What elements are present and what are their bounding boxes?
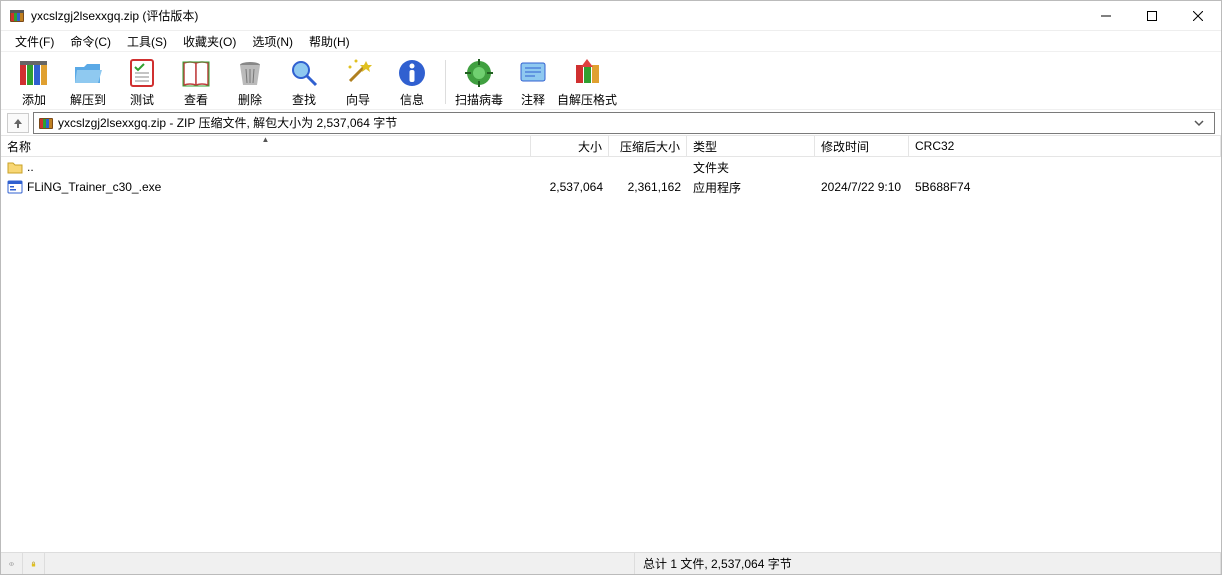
search-icon — [288, 57, 320, 89]
minimize-button[interactable] — [1083, 1, 1129, 31]
add-button[interactable]: 添加 — [7, 54, 61, 110]
list-item-up[interactable]: .. 文件夹 — [1, 157, 1221, 177]
wand-icon — [342, 57, 374, 89]
cell-date: 2024/7/22 9:10 — [815, 180, 909, 194]
archive-small-icon — [38, 115, 54, 131]
folder-open-icon — [72, 57, 104, 89]
address-text: yxcslzgj2lsexxgq.zip - ZIP 压缩文件, 解包大小为 2… — [58, 114, 1194, 131]
checklist-icon — [126, 57, 158, 89]
column-modified[interactable]: 修改时间 — [815, 136, 909, 156]
column-packed[interactable]: 压缩后大小 — [609, 136, 687, 156]
file-list: .. 文件夹 FLiNG_Trainer_c30_.exe 2,537,064 … — [1, 157, 1221, 552]
sfx-label: 自解压格式 — [557, 91, 617, 108]
menu-tools[interactable]: 工具(S) — [119, 31, 175, 52]
cell-type: 应用程序 — [687, 179, 815, 196]
wizard-label: 向导 — [346, 91, 370, 108]
column-crc[interactable]: CRC32 — [909, 136, 1221, 156]
column-name-label: 名称 — [7, 138, 31, 155]
column-packed-label: 压缩后大小 — [620, 138, 680, 155]
delete-button[interactable]: 删除 — [223, 54, 277, 110]
info-icon — [396, 57, 428, 89]
column-crc-label: CRC32 — [915, 139, 954, 153]
comment-icon — [517, 57, 549, 89]
cell-name-text: .. — [27, 160, 34, 174]
find-label: 查找 — [292, 91, 316, 108]
toolbar-separator — [445, 60, 446, 104]
view-label: 查看 — [184, 91, 208, 108]
cell-packed: 2,361,162 — [609, 180, 687, 194]
test-label: 测试 — [130, 91, 154, 108]
toolbar: 添加 解压到 测试 查看 删除 查找 向导 信息 扫描病毒 注释 自解压格式 — [1, 51, 1221, 109]
status-lock-icon[interactable] — [23, 553, 45, 574]
column-type[interactable]: 类型 — [687, 136, 815, 156]
scan-button[interactable]: 扫描病毒 — [452, 54, 506, 110]
status-total: 总计 1 文件, 2,537,064 字节 — [635, 553, 1221, 574]
column-size[interactable]: 大小 — [531, 136, 609, 156]
address-box[interactable]: yxcslzgj2lsexxgq.zip - ZIP 压缩文件, 解包大小为 2… — [33, 112, 1215, 134]
add-label: 添加 — [22, 91, 46, 108]
menubar: 文件(F) 命令(C) 工具(S) 收藏夹(O) 选项(N) 帮助(H) — [1, 31, 1221, 51]
titlebar: yxcslzgj2lsexxgq.zip (评估版本) — [1, 1, 1221, 31]
folder-icon — [7, 159, 23, 175]
cell-size: 2,537,064 — [531, 180, 609, 194]
column-modified-label: 修改时间 — [821, 138, 869, 155]
close-button[interactable] — [1175, 1, 1221, 31]
column-name[interactable]: 名称 ▲ — [1, 136, 531, 156]
menu-options[interactable]: 选项(N) — [244, 31, 301, 52]
delete-label: 删除 — [238, 91, 262, 108]
extract-label: 解压到 — [70, 91, 106, 108]
scan-label: 扫描病毒 — [455, 91, 503, 108]
sfx-icon — [571, 57, 603, 89]
info-label: 信息 — [400, 91, 424, 108]
status-bar: 总计 1 文件, 2,537,064 字节 — [1, 552, 1221, 574]
column-headers: 名称 ▲ 大小 压缩后大小 类型 修改时间 CRC32 — [1, 135, 1221, 157]
arrow-up-icon — [12, 117, 24, 129]
app-icon — [9, 8, 25, 24]
cell-name: .. — [1, 159, 531, 175]
cell-name-text: FLiNG_Trainer_c30_.exe — [27, 180, 161, 194]
book-open-icon — [180, 57, 212, 89]
nav-up-button[interactable] — [7, 113, 29, 133]
virus-icon — [463, 57, 495, 89]
status-disk-icon[interactable] — [1, 553, 23, 574]
status-selection — [45, 553, 635, 574]
trash-icon — [234, 57, 266, 89]
find-button[interactable]: 查找 — [277, 54, 331, 110]
window-title: yxcslzgj2lsexxgq.zip (评估版本) — [31, 7, 198, 24]
books-icon — [18, 57, 50, 89]
column-size-label: 大小 — [578, 138, 602, 155]
view-button[interactable]: 查看 — [169, 54, 223, 110]
wizard-button[interactable]: 向导 — [331, 54, 385, 110]
chevron-down-icon[interactable] — [1194, 118, 1210, 128]
info-button[interactable]: 信息 — [385, 54, 439, 110]
cell-name: FLiNG_Trainer_c30_.exe — [1, 179, 531, 195]
exe-icon — [7, 179, 23, 195]
menu-favorites[interactable]: 收藏夹(O) — [175, 31, 244, 52]
maximize-button[interactable] — [1129, 1, 1175, 31]
comment-label: 注释 — [521, 91, 545, 108]
address-row: yxcslzgj2lsexxgq.zip - ZIP 压缩文件, 解包大小为 2… — [1, 109, 1221, 135]
extract-button[interactable]: 解压到 — [61, 54, 115, 110]
cell-type: 文件夹 — [687, 159, 815, 176]
comment-button[interactable]: 注释 — [506, 54, 560, 110]
menu-file[interactable]: 文件(F) — [7, 31, 62, 52]
sort-indicator-icon: ▲ — [262, 135, 270, 144]
menu-help[interactable]: 帮助(H) — [301, 31, 358, 52]
sfx-button[interactable]: 自解压格式 — [560, 54, 614, 110]
menu-command[interactable]: 命令(C) — [62, 31, 119, 52]
cell-crc: 5B688F74 — [909, 180, 1221, 194]
column-type-label: 类型 — [693, 138, 717, 155]
test-button[interactable]: 测试 — [115, 54, 169, 110]
list-item[interactable]: FLiNG_Trainer_c30_.exe 2,537,064 2,361,1… — [1, 177, 1221, 197]
